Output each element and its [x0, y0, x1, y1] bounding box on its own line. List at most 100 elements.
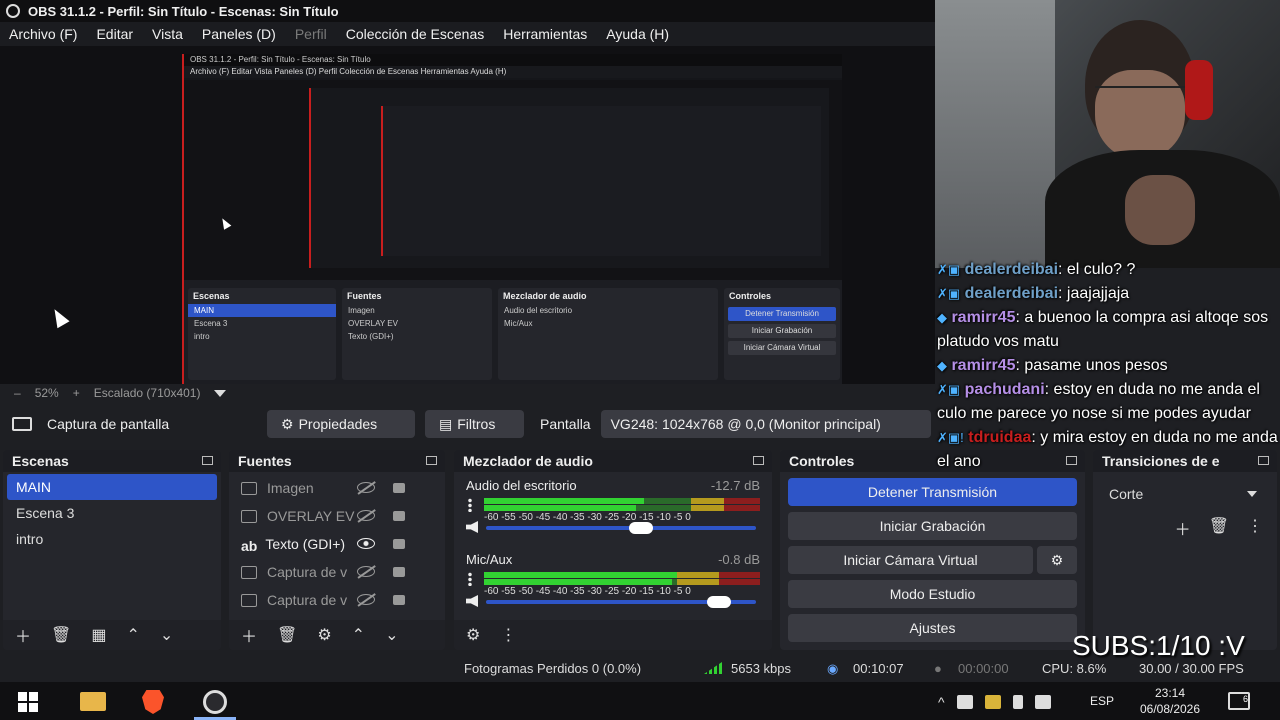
lock-icon[interactable]: [393, 567, 405, 577]
volume-slider[interactable]: [486, 596, 756, 608]
chat-message: ✗▣ dealerdeibai: el culo? ?: [935, 258, 1280, 282]
nested-menu: Archivo (F) Editar Vista Paneles (D) Per…: [184, 66, 842, 78]
sources-footer: ＋ 🗑 ⚙ ⌃ ⌄: [229, 620, 445, 650]
volume-slider[interactable]: [486, 522, 756, 534]
gear-icon[interactable]: ⚙: [317, 625, 331, 645]
volume-meter: -60 -55 -50 -45 -40 -35 -30 -25 -20 -15 …: [484, 572, 760, 598]
move-up-icon[interactable]: ⌃: [352, 625, 365, 645]
brave-browser-icon[interactable]: [142, 690, 164, 714]
move-up-icon[interactable]: ⌃: [126, 625, 139, 645]
screen-select[interactable]: VG248: 1024x768 @ 0,0 (Monitor principal…: [600, 410, 931, 438]
lock-icon[interactable]: [393, 539, 405, 549]
chat-badges: ◆: [937, 310, 947, 325]
clock[interactable]: 23:14 06/08/2026: [1130, 685, 1210, 717]
microphone-icon[interactable]: [1012, 695, 1023, 709]
speaker-icon[interactable]: [956, 695, 973, 709]
image-icon: [241, 509, 257, 523]
volume-icon[interactable]: [466, 595, 478, 607]
scene-item-main[interactable]: MAIN: [7, 474, 217, 500]
add-icon[interactable]: ＋: [1175, 516, 1191, 540]
trash-icon[interactable]: 🗑: [51, 625, 71, 645]
eye-hidden-icon[interactable]: [357, 566, 375, 577]
more-options-icon[interactable]: ⋮: [1247, 516, 1263, 540]
source-item[interactable]: OVERLAY EV: [229, 502, 445, 530]
more-options-icon[interactable]: [468, 498, 472, 512]
channel-name: Mic/Aux: [466, 552, 513, 567]
eye-hidden-icon[interactable]: [357, 482, 375, 493]
scene-item-escena-3[interactable]: Escena 3: [7, 500, 217, 526]
filters-button[interactable]: ▤ Filtros: [425, 410, 524, 438]
chat-text: : jaajajjaja: [1058, 285, 1130, 302]
filter-icon[interactable]: ▦: [91, 625, 106, 645]
undock-icon[interactable]: [753, 456, 764, 465]
trash-icon[interactable]: 🗑: [277, 625, 297, 645]
chat-message: ✗▣ pachudani: estoy en duda no me anda e…: [935, 378, 1280, 426]
add-icon[interactable]: ＋: [241, 623, 257, 647]
advanced-audio-gear-icon[interactable]: ⚙: [466, 625, 480, 645]
zoom-out-button[interactable]: –: [14, 386, 21, 400]
more-options-icon[interactable]: [468, 572, 472, 586]
mixer-channel-mic: Mic/Aux -0.8 dB -60 -55 -50 -45 -40 -35 …: [454, 546, 772, 620]
source-item[interactable]: Captura de v: [229, 558, 445, 586]
volume-knob[interactable]: [707, 596, 732, 608]
clock-date: 06/08/2026: [1139, 702, 1201, 716]
record-time: 00:00:00: [958, 661, 1009, 676]
mouse-cursor-icon: [48, 305, 70, 329]
menu-paneles[interactable]: Paneles (D): [202, 26, 276, 42]
bitrate: 5653 kbps: [731, 661, 791, 676]
network-icon[interactable]: [1034, 695, 1051, 709]
webcam-glasses: [1095, 86, 1185, 108]
chat-username: ramirr45: [951, 309, 1016, 326]
menu-herramientas[interactable]: Herramientas: [503, 26, 587, 42]
source-item[interactable]: ab Texto (GDI+): [229, 530, 445, 558]
image-icon: [241, 481, 257, 495]
windows-start-icon[interactable]: [18, 692, 38, 712]
trash-icon[interactable]: 🗑: [1209, 516, 1229, 540]
studio-mode-button[interactable]: Modo Estudio: [788, 580, 1077, 608]
volume-knob[interactable]: [628, 522, 653, 534]
program-preview[interactable]: OBS 31.1.2 - Perfil: Sin Título - Escena…: [0, 46, 935, 384]
scale-dropdown-icon[interactable]: [214, 389, 227, 397]
source-item[interactable]: Imagen: [229, 474, 445, 502]
obs-taskbar-icon[interactable]: [203, 690, 227, 714]
eye-hidden-icon[interactable]: [357, 594, 375, 605]
webcam-background: [935, 0, 1055, 268]
nested-preview-level-4: [381, 106, 821, 256]
chat-message: ✗▣! tdruidaa: y mira estoy en duda no me…: [935, 426, 1280, 474]
source-item[interactable]: Captura de v: [229, 586, 445, 614]
move-down-icon[interactable]: ⌄: [160, 625, 173, 645]
chevron-up-icon[interactable]: ^: [938, 694, 945, 710]
eye-hidden-icon[interactable]: [357, 510, 375, 521]
language-indicator[interactable]: ESP: [1090, 694, 1114, 708]
scene-item-intro[interactable]: intro: [7, 526, 217, 552]
chat-badges: ◆: [937, 358, 947, 373]
chat-overlay: ✗▣ dealerdeibai: el culo? ? ✗▣ dealerdei…: [935, 258, 1280, 518]
menu-archivo[interactable]: Archivo (F): [9, 26, 77, 42]
menu-ayuda[interactable]: Ayuda (H): [606, 26, 669, 42]
menu-editar[interactable]: Editar: [96, 26, 133, 42]
lock-icon[interactable]: [393, 483, 405, 493]
menu-vista[interactable]: Vista: [152, 26, 183, 42]
start-virtual-cam-button[interactable]: Iniciar Cámara Virtual: [788, 546, 1033, 574]
dropped-frames: Fotogramas Perdidos 0 (0.0%): [464, 661, 642, 676]
eye-icon[interactable]: [357, 538, 375, 549]
more-options-icon[interactable]: ⋮: [500, 625, 516, 645]
sources-dock: Fuentes Imagen OVERLAY EV ab Texto (GDI+…: [229, 450, 445, 650]
chat-message: ✗▣ dealerdeibai: jaajajjaja: [935, 282, 1280, 306]
settings-button[interactable]: Ajustes: [788, 614, 1077, 642]
lock-icon[interactable]: [393, 511, 405, 521]
menu-coleccion-escenas[interactable]: Colección de Escenas: [346, 26, 485, 42]
app-tray-icon[interactable]: [984, 695, 1001, 709]
move-down-icon[interactable]: ⌄: [385, 625, 398, 645]
undock-icon[interactable]: [202, 456, 213, 465]
volume-icon[interactable]: [466, 521, 478, 533]
zoom-in-button[interactable]: +: [73, 386, 80, 400]
file-explorer-icon[interactable]: [80, 692, 106, 711]
undock-icon[interactable]: [426, 456, 437, 465]
scale-label: Escalado (710x401): [93, 386, 201, 400]
lock-icon[interactable]: [393, 595, 405, 605]
properties-button[interactable]: ⚙ Propiedades: [267, 410, 415, 438]
notifications-icon[interactable]: 6: [1228, 692, 1250, 710]
virtual-cam-settings-gear-icon[interactable]: ⚙: [1037, 546, 1077, 574]
add-icon[interactable]: ＋: [15, 623, 31, 647]
